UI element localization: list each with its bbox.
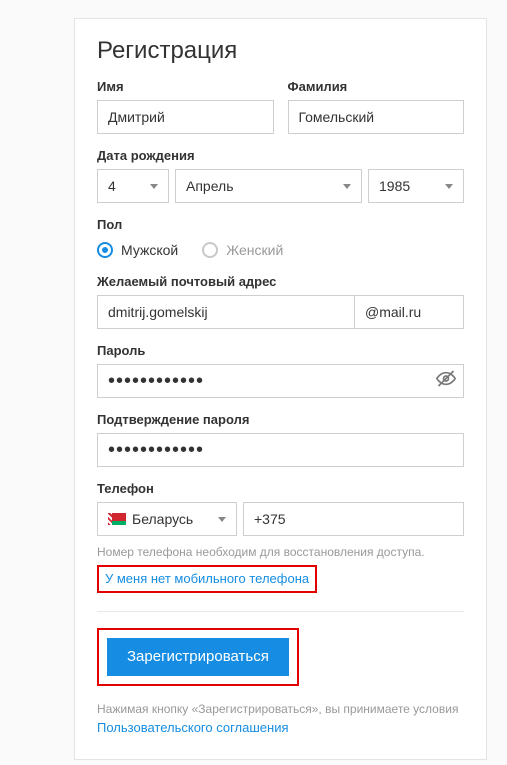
phone-group: Телефон Беларусь Номер телефона необходи… <box>97 481 464 593</box>
dob-year-select[interactable]: 1985 <box>368 169 464 203</box>
gender-male-radio[interactable]: Мужской <box>97 242 178 258</box>
dob-label: Дата рождения <box>97 148 464 163</box>
first-name-input[interactable] <box>97 100 274 134</box>
last-name-input[interactable] <box>288 100 465 134</box>
gender-male-label: Мужской <box>121 242 178 258</box>
gender-female-label: Женский <box>226 242 283 258</box>
dob-day-value: 4 <box>108 178 116 194</box>
no-phone-link[interactable]: У меня нет мобильного телефона <box>105 571 309 586</box>
phone-label: Телефон <box>97 481 464 496</box>
gender-female-radio[interactable]: Женский <box>202 242 283 258</box>
dob-day-select[interactable]: 4 <box>97 169 169 203</box>
gender-group: Пол Мужской Женский <box>97 217 464 260</box>
registration-form: Регистрация Имя Фамилия Дата рождения 4 … <box>74 18 487 760</box>
password-confirm-group: Подтверждение пароля •••••••••••• <box>97 412 464 467</box>
password-label: Пароль <box>97 343 464 358</box>
submit-highlight: Зарегистрироваться <box>97 628 299 686</box>
password-input[interactable]: •••••••••••• <box>97 364 464 398</box>
chevron-down-icon <box>343 184 351 189</box>
phone-country-value: Беларусь <box>132 511 206 527</box>
no-phone-highlight: У меня нет мобильного телефона <box>97 565 317 593</box>
dob-month-select[interactable]: Апрель <box>175 169 362 203</box>
radio-icon <box>202 242 218 258</box>
page-title: Регистрация <box>97 37 464 65</box>
password-confirm-input[interactable]: •••••••••••• <box>97 433 464 467</box>
name-row: Имя Фамилия <box>97 79 464 134</box>
terms-link[interactable]: Пользовательского соглашения <box>97 720 289 735</box>
divider <box>97 611 464 612</box>
phone-country-select[interactable]: Беларусь <box>97 502 237 536</box>
password-confirm-label: Подтверждение пароля <box>97 412 464 427</box>
first-name-label: Имя <box>97 79 274 94</box>
chevron-down-icon <box>218 517 226 522</box>
email-domain-select[interactable]: @mail.ru <box>354 295 464 329</box>
flag-belarus-icon <box>108 513 126 525</box>
eye-off-icon[interactable] <box>436 369 456 394</box>
last-name-label: Фамилия <box>288 79 465 94</box>
terms-text: Нажимая кнопку «Зарегистрироваться», вы … <box>97 700 464 738</box>
submit-button[interactable]: Зарегистрироваться <box>107 638 289 676</box>
terms-prefix: Нажимая кнопку «Зарегистрироваться», вы … <box>97 702 458 716</box>
chevron-down-icon <box>445 184 453 189</box>
email-domain-value: @mail.ru <box>365 304 421 320</box>
radio-icon <box>97 242 113 258</box>
phone-number-input[interactable] <box>243 502 464 536</box>
phone-hint: Номер телефона необходим для восстановле… <box>97 544 464 561</box>
email-group: Желаемый почтовый адрес @mail.ru <box>97 274 464 329</box>
email-label: Желаемый почтовый адрес <box>97 274 464 289</box>
submit-row: Зарегистрироваться <box>97 628 464 686</box>
dob-year-value: 1985 <box>379 178 410 194</box>
password-group: Пароль •••••••••••• <box>97 343 464 398</box>
dob-month-value: Апрель <box>186 178 234 194</box>
chevron-down-icon <box>150 184 158 189</box>
gender-label: Пол <box>97 217 464 232</box>
dob-group: Дата рождения 4 Апрель 1985 <box>97 148 464 203</box>
email-local-input[interactable] <box>97 295 354 329</box>
